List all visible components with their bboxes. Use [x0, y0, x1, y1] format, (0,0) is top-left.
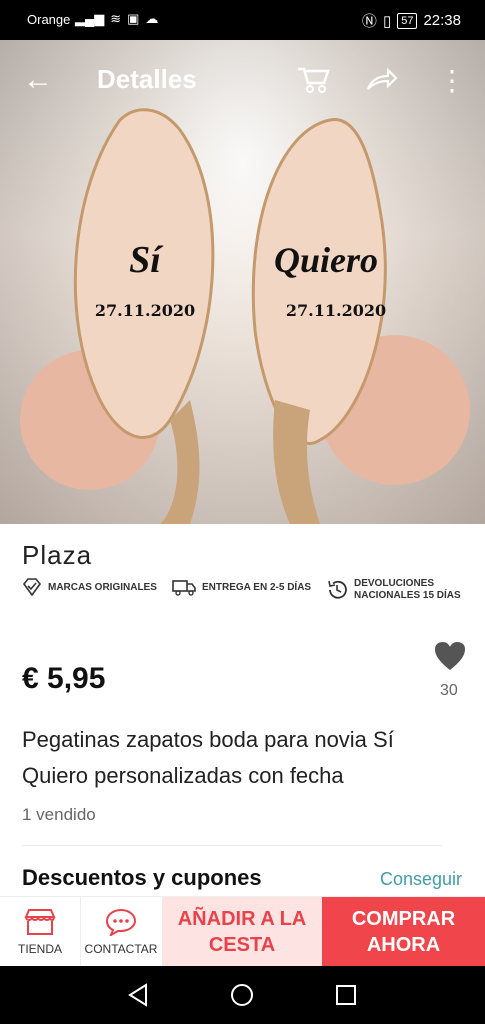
carrier-name: Orange: [27, 12, 71, 27]
nfc-icon: Ⓝ: [361, 13, 377, 30]
badge-delivery: ENTREGA EN 2-5 DÍAS: [172, 578, 311, 596]
more-options-icon[interactable]: ⋮: [432, 60, 472, 100]
top-bar: ← Detalles ⋮: [0, 40, 485, 120]
chat-icon: [105, 908, 137, 936]
likes-count: 30: [440, 682, 458, 699]
diamond-icon: [22, 578, 42, 596]
seller-name[interactable]: Plaza: [22, 540, 92, 571]
buy-now-label-line1: COMPRAR: [351, 908, 456, 930]
badge-label-line1: DEVOLUCIONES: [354, 578, 435, 589]
badge-label: ENTREGA EN 2-5 DÍAS: [202, 581, 312, 593]
add-to-cart-button[interactable]: AÑADIR A LA CESTA: [162, 897, 322, 967]
badge-original-brands: MARCAS ORIGINALES: [22, 578, 157, 596]
divider: [22, 845, 442, 846]
right-sole-text: Quiero: [274, 240, 378, 280]
notification-icon: ▣: [127, 11, 140, 26]
share-icon[interactable]: [362, 60, 402, 100]
badge-returns: DEVOLUCIONES NACIONALES 15 DÍAS: [326, 578, 461, 602]
left-sole-date: 27.11.2020: [95, 301, 195, 320]
store-button[interactable]: TIENDA: [0, 897, 81, 967]
clock: 22:38: [423, 12, 461, 29]
product-title: Pegatinas zapatos boda para novia Sí Qui…: [22, 727, 394, 788]
contact-button[interactable]: CONTACTAR: [80, 897, 162, 967]
cart-icon[interactable]: [293, 60, 333, 100]
heart-icon[interactable]: [434, 641, 466, 676]
store-icon: [24, 909, 56, 935]
discounts-label: Descuentos y cupones: [22, 865, 262, 890]
signal-icon: ▂▄▆: [75, 11, 105, 26]
nav-home-icon[interactable]: [229, 982, 255, 1008]
back-arrow-icon[interactable]: ←: [18, 60, 58, 100]
add-to-cart-label-line1: AÑADIR A LA: [177, 908, 307, 930]
system-nav-bar: [0, 966, 485, 1024]
price: € 5,95: [22, 662, 106, 695]
sold-count: 1 vendido: [22, 805, 96, 824]
action-bar: TIENDA CONTACTAR AÑADIR A LA CESTA COMPR…: [0, 896, 485, 967]
battery-icon: 57: [397, 12, 418, 29]
get-coupons-link[interactable]: Conseguir: [380, 869, 462, 890]
return-clock-icon: [328, 580, 347, 599]
badge-label-line2: NACIONALES 15 DÍAS: [354, 590, 461, 601]
truck-icon: [172, 580, 196, 596]
left-sole-text: Sí: [129, 239, 164, 281]
nav-back-icon[interactable]: [126, 982, 152, 1008]
nav-recents-icon[interactable]: [333, 982, 359, 1008]
page-title: Detalles: [97, 64, 197, 94]
add-to-cart-label-line2: CESTA: [208, 934, 276, 956]
buy-now-button[interactable]: COMPRAR AHORA: [322, 897, 485, 967]
badge-label: MARCAS ORIGINALES: [48, 581, 157, 593]
wifi-icon: ≋: [110, 11, 122, 26]
status-bar: Orange ▂▄▆ ≋ ▣ ☁ Ⓝ ▯ 57 22:38: [0, 0, 485, 40]
contact-label: CONTACTAR: [84, 942, 158, 956]
buy-now-label-line2: AHORA: [366, 934, 441, 956]
vibrate-icon: ▯: [382, 12, 392, 30]
right-sole-date: 27.11.2020: [286, 301, 386, 320]
store-label: TIENDA: [17, 942, 62, 956]
cloud-icon: ☁: [145, 11, 159, 26]
